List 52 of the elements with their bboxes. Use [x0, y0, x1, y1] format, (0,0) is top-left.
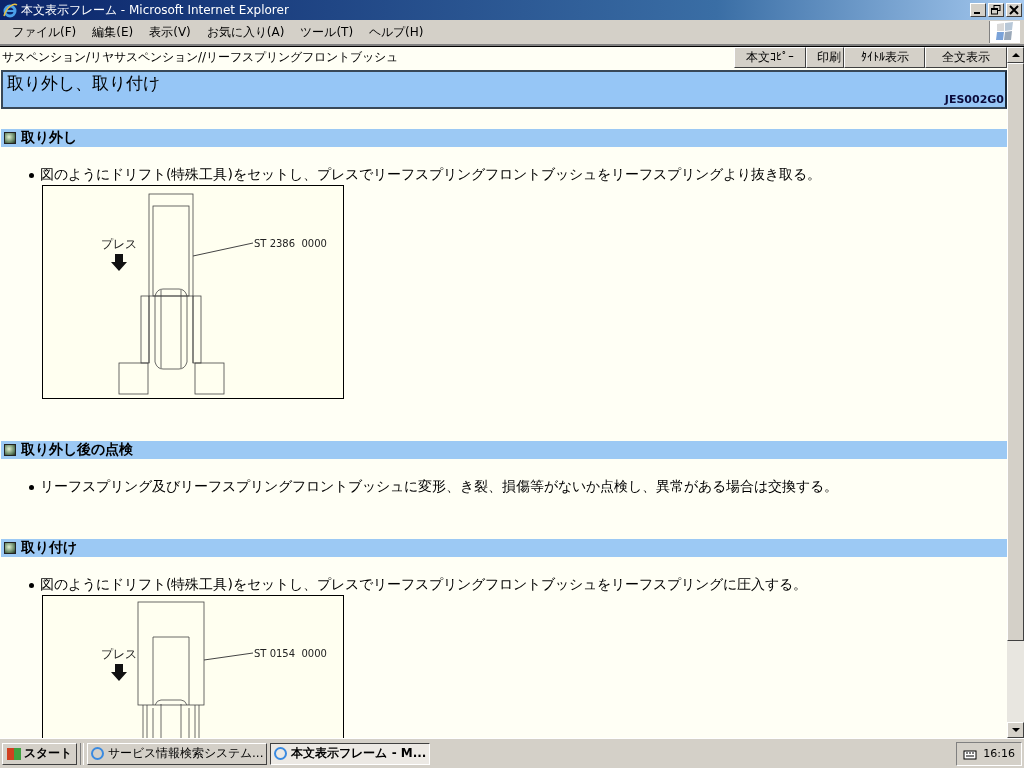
menu-item[interactable]: 表示(V) — [141, 21, 199, 43]
press-label: プレス — [101, 647, 137, 661]
instruction-text: 図のようにドリフト(特殊工具)をセットし、プレスでリーフスプリングフロントブッシュをリーフスプリングより抜き取る。 — [40, 166, 821, 184]
browser-icon — [91, 747, 104, 760]
section-heading: 取り付け — [21, 539, 77, 557]
start-button[interactable]: スタート — [2, 742, 77, 765]
press-label: プレス — [101, 237, 137, 251]
minimize-button[interactable] — [970, 3, 986, 17]
toolbar-button[interactable]: 全文表示 — [925, 47, 1007, 68]
leader-line — [203, 652, 254, 661]
instruction-text: リーフスプリング及びリーフスプリングフロントブッシュに変形、き裂、損傷等がないか点検し、異常がある場合は交換する。 — [40, 478, 838, 496]
menu-item[interactable]: ツール(T) — [292, 21, 362, 43]
keyboard-icon — [963, 747, 978, 760]
browser-icon — [2, 2, 18, 18]
down-arrow-icon — [111, 664, 127, 681]
square-bullet-icon — [4, 444, 16, 456]
scroll-up-icon[interactable] — [1011, 52, 1020, 58]
taskbar-button[interactable]: サービス情報検索システム... — [87, 742, 268, 765]
square-bullet-icon — [4, 542, 16, 554]
windows-flag-icon — [7, 747, 21, 760]
part-number: ST 2386 0000 — [254, 238, 327, 249]
bullet-dot-icon — [29, 484, 34, 490]
document-code: JES002G0 — [944, 93, 1004, 106]
scroll-down-icon[interactable] — [1011, 727, 1020, 733]
menu-item[interactable]: 編集(E) — [84, 21, 142, 43]
section-heading: 取り外し後の点検 — [21, 441, 133, 459]
bullet-dot-icon — [29, 172, 34, 178]
restore-icon — [991, 5, 1001, 15]
toolbar-button[interactable]: 本文ｺﾋﾟｰ — [734, 47, 806, 68]
square-bullet-icon — [4, 132, 16, 144]
menu-item[interactable]: ヘルプ(H) — [361, 21, 432, 43]
window-title: 本文表示フレーム - Microsoft Internet Explorer — [21, 1, 290, 19]
menu-item[interactable]: お気に入り(A) — [198, 21, 293, 43]
part-number: ST 0154 0000 — [254, 648, 327, 659]
instruction-text: 図のようにドリフト(特殊工具)をセットし、プレスでリーフスプリングフロントブッシュをリーフスプリングに圧入する。 — [40, 576, 807, 594]
vertical-scrollbar[interactable] — [1007, 47, 1024, 738]
toolbar-button[interactable]: 印刷 — [806, 47, 844, 68]
down-arrow-icon — [111, 254, 127, 271]
taskbar-button[interactable]: 本文表示フレーム - M... — [270, 742, 431, 765]
close-button[interactable] — [1006, 3, 1022, 17]
restore-button[interactable] — [988, 3, 1004, 17]
clock: 16:16 — [983, 747, 1015, 760]
breadcrumb: サスペンション/リヤサスペンション//リーフスプリングフロントブッシュ — [1, 49, 400, 66]
close-icon — [1009, 5, 1019, 15]
bullet-dot-icon — [29, 582, 34, 588]
section-heading: 取り外し — [21, 129, 77, 147]
leader-line — [192, 242, 254, 257]
browser-icon — [274, 747, 288, 760]
toolbar-button[interactable]: ﾀｲﾄﾙ表示 — [844, 47, 925, 68]
menu-item[interactable]: ファイル(F) — [4, 21, 85, 43]
minimize-icon — [973, 12, 980, 14]
page-title: 取り外し、取り付け — [6, 72, 161, 94]
